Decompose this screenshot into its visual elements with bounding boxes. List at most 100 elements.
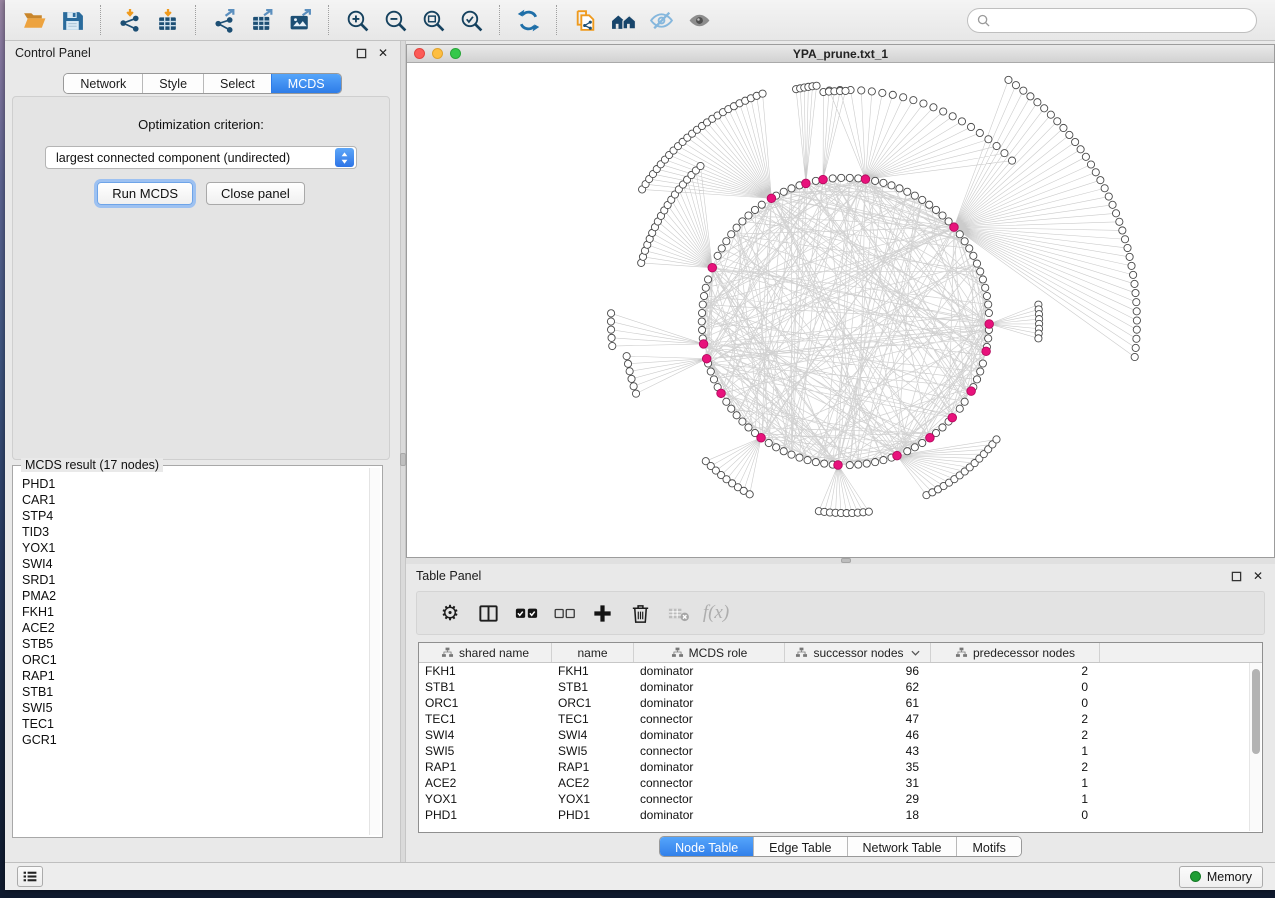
search-input[interactable] — [996, 13, 1247, 27]
column-settings-button[interactable]: ⚙ — [431, 598, 469, 628]
cell-successors[interactable]: 47 — [785, 711, 931, 727]
save-session-button[interactable] — [56, 6, 88, 34]
cell-successors[interactable]: 43 — [785, 743, 931, 759]
mcds-result-item[interactable]: STB5 — [15, 636, 368, 652]
tab-motifs[interactable]: Motifs — [956, 837, 1020, 857]
mcds-result-item[interactable]: SWI5 — [15, 700, 368, 716]
tab-network-table[interactable]: Network Table — [847, 837, 957, 857]
cell-shared_name[interactable]: ORC1 — [419, 695, 552, 711]
cell-shared_name[interactable]: ACE2 — [419, 775, 552, 791]
cell-successors[interactable]: 31 — [785, 775, 931, 791]
show-all-button[interactable] — [683, 6, 715, 34]
mcds-result-item[interactable]: ACE2 — [15, 620, 368, 636]
cell-name[interactable]: TEC1 — [552, 711, 634, 727]
column-header-successor-nodes[interactable]: successor nodes — [785, 643, 931, 662]
export-table-button[interactable] — [246, 6, 278, 34]
mcds-result-item[interactable]: SWI4 — [15, 556, 368, 572]
export-image-button[interactable] — [284, 6, 316, 34]
cell-role[interactable]: connector — [634, 775, 785, 791]
cell-shared_name[interactable]: RAP1 — [419, 759, 552, 775]
cell-predecessors[interactable]: 1 — [931, 743, 1100, 759]
mcds-result-item[interactable]: RAP1 — [15, 668, 368, 684]
close-panel-button[interactable]: Close panel — [206, 182, 305, 205]
cell-successors[interactable]: 35 — [785, 759, 931, 775]
open-session-button[interactable] — [18, 6, 50, 34]
show-columns-button[interactable] — [469, 598, 507, 628]
mcds-result-item[interactable]: FKH1 — [15, 604, 368, 620]
cell-shared_name[interactable]: YOX1 — [419, 791, 552, 807]
cell-role[interactable]: connector — [634, 743, 785, 759]
cell-shared_name[interactable]: SWI4 — [419, 727, 552, 743]
search-box[interactable] — [967, 8, 1257, 33]
table-row[interactable]: SWI5SWI5connector431 — [419, 743, 1262, 759]
table-row[interactable]: ORC1ORC1dominator610 — [419, 695, 1262, 711]
column-header-shared-name[interactable]: shared name — [419, 643, 552, 662]
tab-select[interactable]: Select — [203, 74, 271, 93]
float-panel-icon[interactable] — [1229, 569, 1243, 583]
cell-predecessors[interactable]: 0 — [931, 807, 1100, 823]
table-row[interactable]: PHD1PHD1dominator180 — [419, 807, 1262, 823]
mcds-list-scrollbar[interactable] — [369, 468, 380, 835]
cell-successors[interactable]: 62 — [785, 679, 931, 695]
tab-mcds[interactable]: MCDS — [271, 74, 341, 93]
cell-successors[interactable]: 46 — [785, 727, 931, 743]
cell-name[interactable]: SWI4 — [552, 727, 634, 743]
delete-table-button[interactable] — [659, 598, 697, 628]
close-panel-icon[interactable]: ✕ — [1251, 569, 1265, 583]
mcds-result-item[interactable]: ORC1 — [15, 652, 368, 668]
cell-name[interactable]: YOX1 — [552, 791, 634, 807]
cell-predecessors[interactable]: 2 — [931, 759, 1100, 775]
mcds-result-item[interactable]: CAR1 — [15, 492, 368, 508]
column-header-MCDS-role[interactable]: MCDS role — [634, 643, 785, 662]
criterion-select[interactable]: largest connected component (undirected) — [45, 146, 357, 169]
memory-button[interactable]: Memory — [1179, 866, 1263, 888]
cell-predecessors[interactable]: 0 — [931, 695, 1100, 711]
cell-predecessors[interactable]: 2 — [931, 663, 1100, 679]
zoom-in-button[interactable] — [341, 6, 373, 34]
cell-successors[interactable]: 96 — [785, 663, 931, 679]
cell-role[interactable]: dominator — [634, 663, 785, 679]
column-header-name[interactable]: name — [552, 643, 634, 662]
cell-name[interactable]: ACE2 — [552, 775, 634, 791]
cell-successors[interactable]: 61 — [785, 695, 931, 711]
cell-successors[interactable]: 29 — [785, 791, 931, 807]
network-canvas[interactable] — [407, 64, 1274, 557]
import-network-button[interactable] — [113, 6, 145, 34]
cell-shared_name[interactable]: SWI5 — [419, 743, 552, 759]
tab-network[interactable]: Network — [64, 74, 142, 93]
mcds-result-item[interactable]: SRD1 — [15, 572, 368, 588]
duplicate-network-button[interactable] — [569, 6, 601, 34]
deselect-all-button[interactable] — [545, 598, 583, 628]
cell-shared_name[interactable]: FKH1 — [419, 663, 552, 679]
scrollbar-thumb[interactable] — [1252, 669, 1260, 754]
float-panel-icon[interactable] — [354, 46, 368, 60]
cell-role[interactable]: dominator — [634, 807, 785, 823]
cell-shared_name[interactable]: STB1 — [419, 679, 552, 695]
mcds-result-item[interactable]: STB1 — [15, 684, 368, 700]
add-column-button[interactable] — [583, 598, 621, 628]
mcds-result-item[interactable]: YOX1 — [15, 540, 368, 556]
hide-selected-button[interactable] — [645, 6, 677, 34]
table-row[interactable]: RAP1RAP1dominator352 — [419, 759, 1262, 775]
cell-shared_name[interactable]: TEC1 — [419, 711, 552, 727]
cell-name[interactable]: STB1 — [552, 679, 634, 695]
cell-shared_name[interactable]: PHD1 — [419, 807, 552, 823]
cell-role[interactable]: connector — [634, 711, 785, 727]
table-row[interactable]: ACE2ACE2connector311 — [419, 775, 1262, 791]
table-row[interactable]: STB1STB1dominator620 — [419, 679, 1262, 695]
mcds-result-item[interactable]: PHD1 — [15, 476, 368, 492]
zoom-selected-button[interactable] — [455, 6, 487, 34]
tab-node-table[interactable]: Node Table — [660, 837, 753, 857]
mcds-result-item[interactable]: GCR1 — [15, 732, 368, 748]
cell-role[interactable]: connector — [634, 791, 785, 807]
export-network-button[interactable] — [208, 6, 240, 34]
close-panel-icon[interactable]: ✕ — [376, 46, 390, 60]
cell-name[interactable]: RAP1 — [552, 759, 634, 775]
table-row[interactable]: YOX1YOX1connector291 — [419, 791, 1262, 807]
tab-edge-table[interactable]: Edge Table — [753, 837, 846, 857]
task-history-button[interactable] — [17, 866, 43, 887]
zoom-fit-button[interactable] — [417, 6, 449, 34]
delete-column-button[interactable] — [621, 598, 659, 628]
refresh-network-button[interactable] — [512, 6, 544, 34]
first-neighbors-button[interactable] — [607, 6, 639, 34]
